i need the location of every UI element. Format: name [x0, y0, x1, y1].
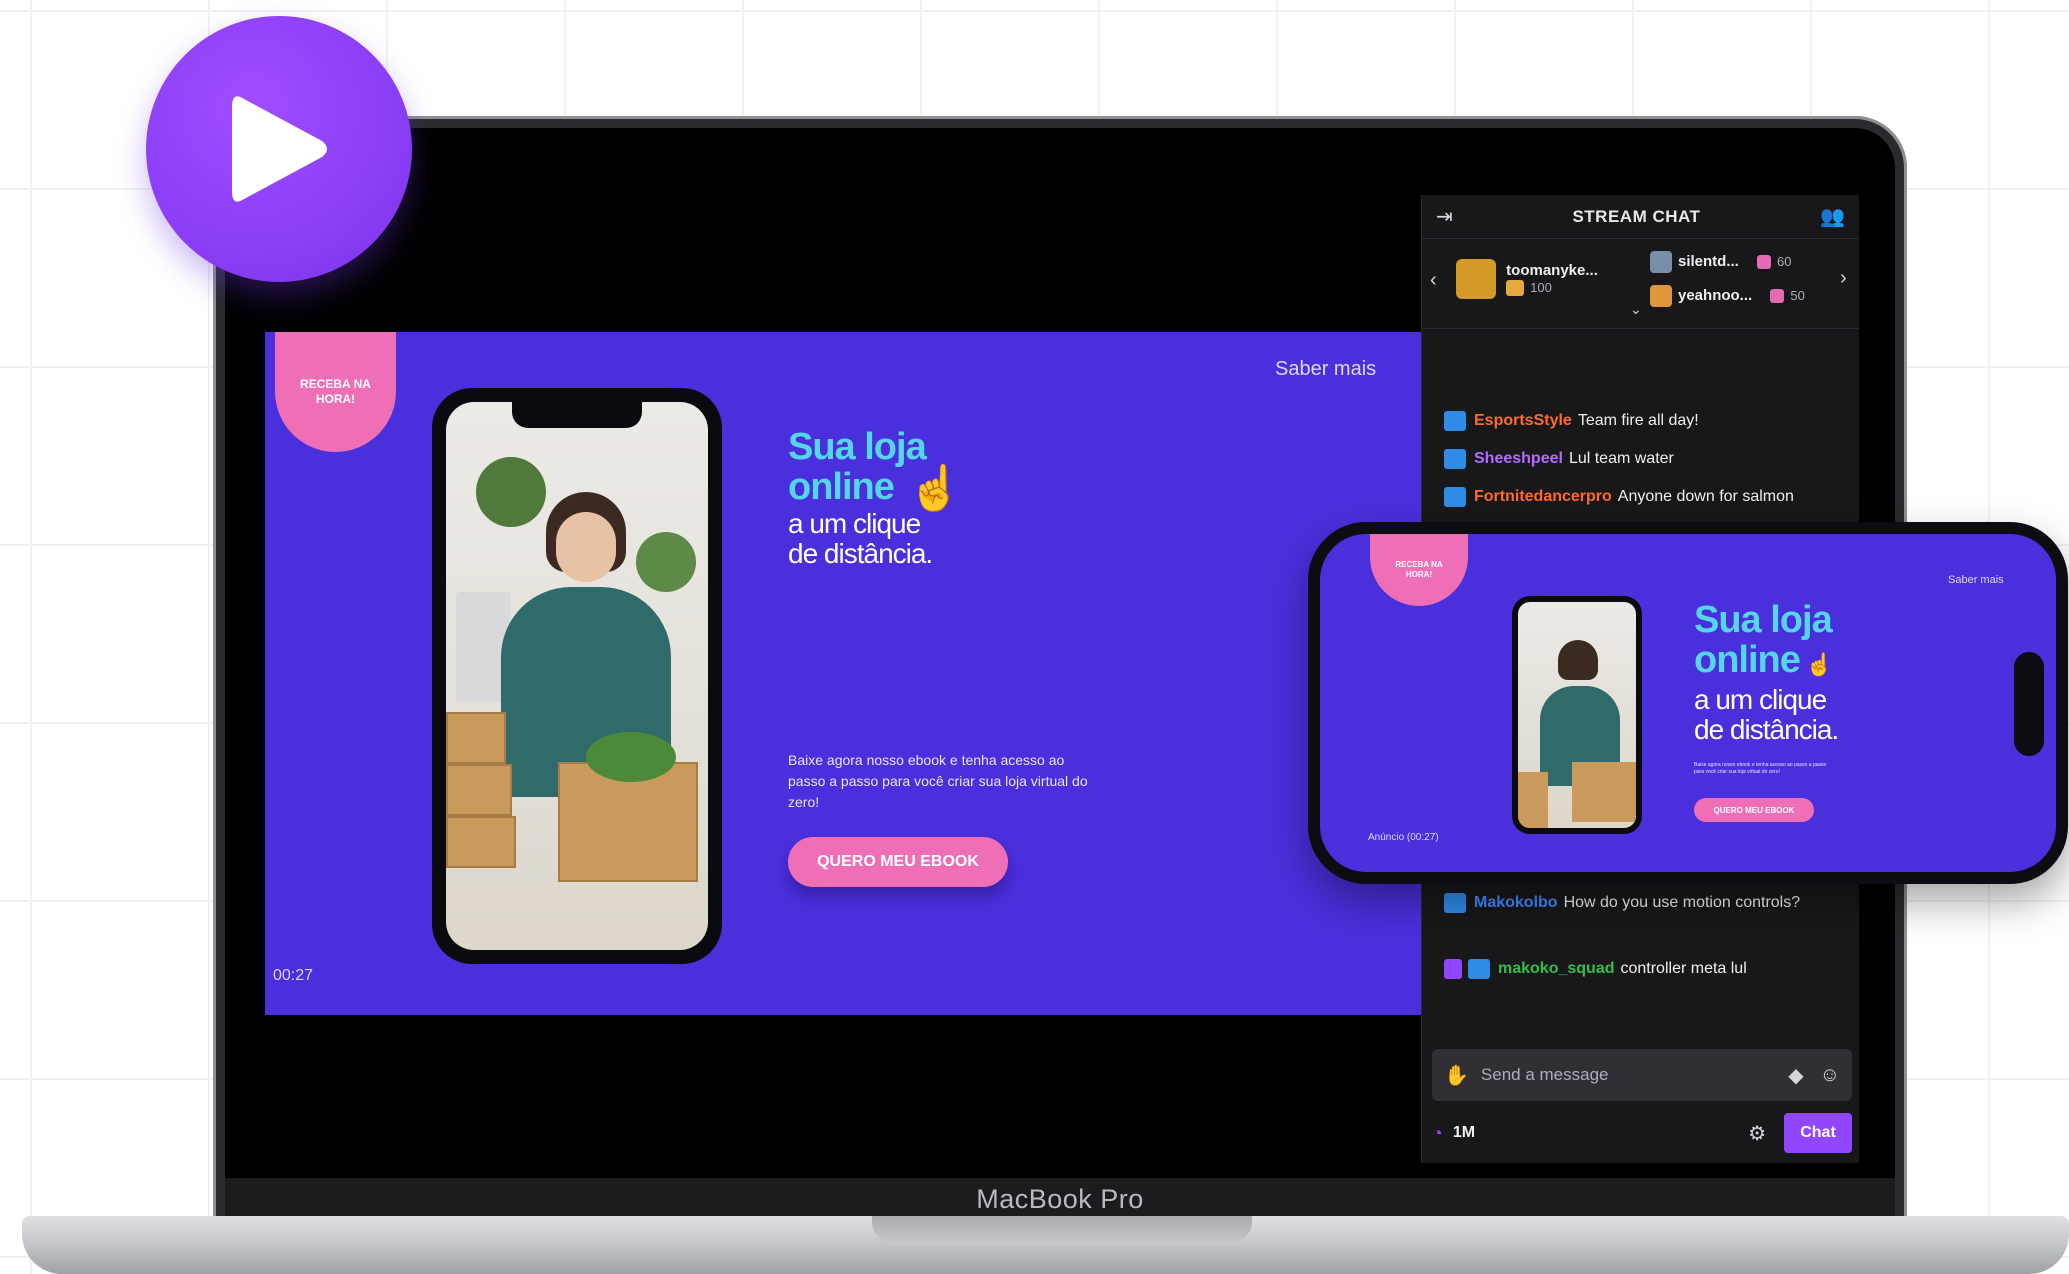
ad-timer: Anúncio (00:27)	[1368, 832, 1439, 843]
users-icon[interactable]: 👥	[1820, 204, 1845, 229]
chat-message: Makokolbo How do you use motion controls?	[1444, 891, 1804, 915]
quero-meu-ebook-button[interactable]: QUERO MEU EBOOK	[788, 837, 1008, 887]
gift-icon	[1506, 280, 1525, 297]
chat-message: makoko_squad controller meta lul	[1444, 957, 1747, 981]
laptop-base-notch	[872, 1216, 1252, 1242]
headline-line-3: a um clique	[788, 507, 921, 539]
settings-icon[interactable]: ⚙	[1748, 1121, 1766, 1146]
leaderboard-item[interactable]: silentd... 60	[1650, 251, 1791, 273]
cardboard-box	[1572, 762, 1636, 822]
gift-icon	[1757, 255, 1772, 269]
leaderboard-item[interactable]: toomanyke... 100	[1456, 259, 1598, 299]
send-chat-button[interactable]: Chat	[1784, 1113, 1852, 1153]
badge-icon	[1468, 958, 1490, 979]
ad-phone-photo	[1518, 602, 1636, 828]
plant-decor	[476, 457, 546, 527]
chat-title: STREAM CHAT	[1572, 206, 1701, 226]
chat-footer: ◔ 1M ⚙ Chat	[1432, 1113, 1852, 1153]
chat-header: ⇥ STREAM CHAT 👥	[1422, 195, 1859, 239]
plant-decor	[636, 532, 696, 592]
chat-message: Sheeshpeel Lul team water	[1444, 447, 1674, 471]
chevron-down-icon[interactable]: ⌄	[1630, 301, 1642, 318]
cardboard-box	[446, 712, 506, 764]
phone-notch	[512, 402, 642, 428]
woman-face	[556, 512, 616, 582]
badge-icon	[1444, 892, 1466, 913]
leaderboard-item[interactable]: yeahnoo... 50	[1650, 285, 1805, 307]
video-player[interactable]: RECEBA NA HORA! Saber mais Sua loja onli…	[265, 332, 1421, 1015]
badge-icon	[1444, 410, 1466, 431]
ad-subcopy: Baixe agora nosso ebook e tenha acesso a…	[788, 752, 1088, 810]
cardboard-box	[446, 764, 512, 816]
user-avatar	[1650, 251, 1672, 273]
channel-points[interactable]: ◔ 1M	[1432, 1123, 1475, 1144]
macbook-label: MacBook Pro	[976, 1184, 1144, 1214]
channel-points-icon: ◔	[1432, 1122, 1443, 1143]
bits-icon[interactable]: ✋	[1444, 1063, 1469, 1088]
hand-cursor-icon: ☝	[1805, 652, 1833, 677]
ad-timer: 00:27	[273, 967, 314, 984]
gift-leaderboard: ‹ toomanyke... 100 silentd... 60 yeahnoo…	[1422, 239, 1859, 329]
play-button[interactable]	[146, 16, 412, 282]
cardboard-box	[1518, 772, 1548, 828]
badge-icon	[1444, 448, 1466, 469]
ad-headline: Sua loja online ☝ a um clique de distânci…	[788, 426, 963, 569]
emote-icon[interactable]: ☺	[1820, 1064, 1840, 1087]
chevron-left-icon[interactable]: ‹	[1430, 269, 1437, 292]
ad-phone-mockup	[432, 388, 722, 964]
user-avatar	[1650, 285, 1672, 307]
badge-icon	[1444, 486, 1466, 507]
prime-badge-icon	[1444, 958, 1462, 979]
ad-phone-photo	[446, 402, 708, 950]
saber-mais-link[interactable]: Saber mais	[1948, 574, 2004, 586]
headline-line-4: de distância.	[788, 537, 933, 569]
chevron-right-icon[interactable]: ›	[1840, 267, 1847, 290]
mobile-ad-preview[interactable]: RECEBA NA HORA! Saber mais Sua loja onli…	[1320, 534, 2056, 872]
quero-meu-ebook-button[interactable]: QUERO MEU EBOOK	[1694, 798, 1814, 822]
horizontal-phone-mockup: RECEBA NA HORA! Saber mais Sua loja onli…	[1308, 522, 2068, 884]
hand-cursor-icon: ☝	[907, 463, 963, 513]
chat-message: EsportsStyle Team fire all day!	[1444, 409, 1699, 433]
woman-photo	[1558, 640, 1598, 680]
plant-in-box	[586, 732, 676, 782]
play-icon	[232, 96, 327, 202]
ad-subcopy: Baixe agora nosso ebook e tenha acesso a…	[1694, 762, 1827, 775]
saber-mais-link[interactable]: Saber mais	[1275, 358, 1376, 381]
cardboard-box	[446, 816, 516, 868]
bits-gem-icon[interactable]: ◆	[1788, 1063, 1803, 1088]
laptop-bottom-bezel: MacBook Pro	[225, 1178, 1895, 1221]
chat-input-box[interactable]: ✋ ◆ ☺	[1432, 1049, 1852, 1101]
collapse-chat-icon[interactable]: ⇥	[1436, 204, 1453, 229]
receba-badge: RECEBA NA HORA!	[275, 332, 396, 452]
message-input[interactable]	[1480, 1065, 1789, 1085]
chat-message: Fortnitedancerpro Anyone down for salmon	[1444, 485, 1794, 509]
receba-badge: RECEBA NA HORA!	[1370, 534, 1468, 606]
headline-line-1: Sua loja	[788, 426, 927, 468]
crown-icon	[1456, 259, 1496, 299]
headline-line-2: online ☝	[788, 463, 963, 513]
ad-phone-mockup	[1512, 596, 1642, 834]
gift-icon	[1770, 289, 1785, 303]
dynamic-island	[2014, 652, 2044, 756]
ad-headline: Sua loja online ☝ a um clique de distânci…	[1694, 599, 1839, 745]
